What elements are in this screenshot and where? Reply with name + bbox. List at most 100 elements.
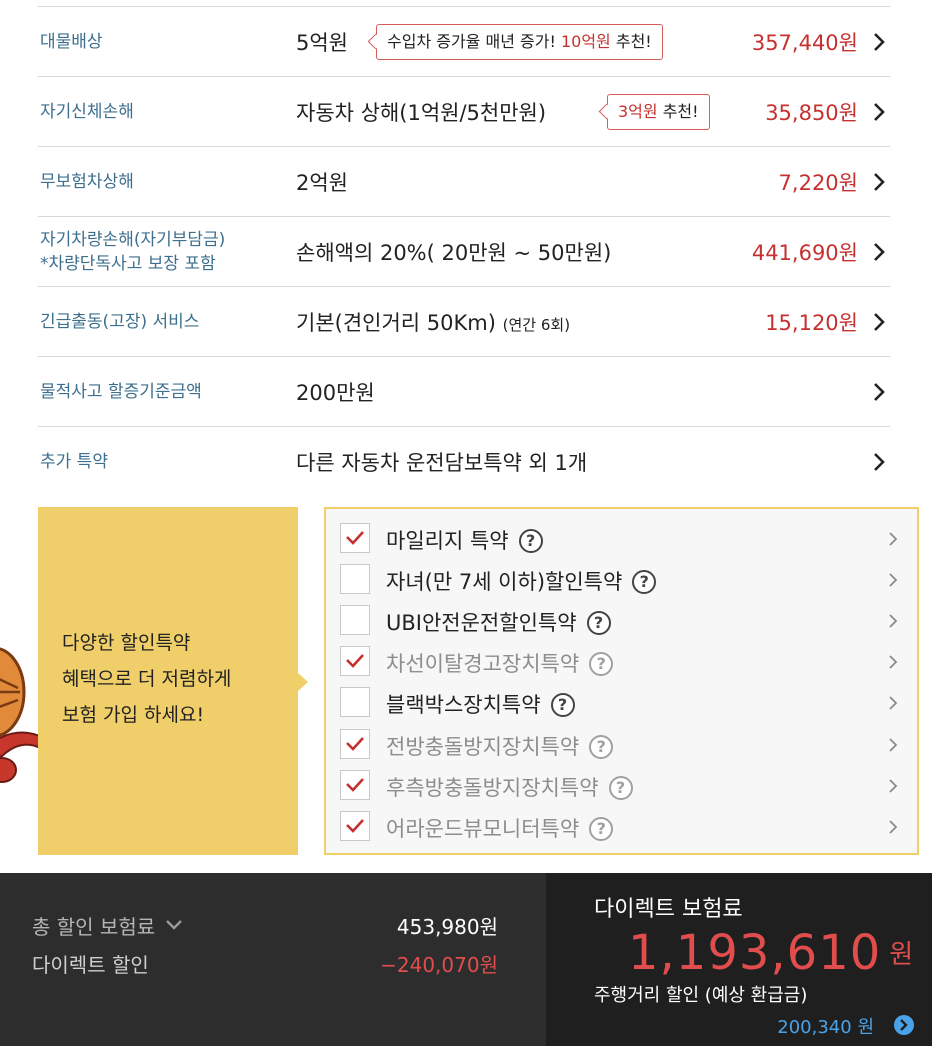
help-icon[interactable]: ? [632, 570, 657, 594]
discount-rider-item[interactable]: 블랙박스장치특약? [340, 687, 910, 720]
chevron-right-icon[interactable] [872, 171, 886, 193]
chevron-right-icon[interactable] [888, 654, 898, 670]
help-icon[interactable]: ? [608, 776, 633, 800]
discount-rider-text: 자녀(만 7세 이하)할인특약 [386, 570, 623, 594]
coverage-row-uninsured[interactable]: 무보험차상해 2억원 7,220원 [38, 147, 890, 217]
coverage-detail: 다른 자동차 운전담보특약 외 1개 [296, 450, 588, 475]
coverage-table: 대물배상 5억원 수입차 증가율 매년 증가! 10억원 추천! 357,440… [38, 6, 890, 496]
coverage-name: 대물배상 [40, 31, 103, 52]
discount-rider-item[interactable]: 자녀(만 7세 이하)할인특약? [340, 564, 910, 597]
premium-amount: 1,193,610 [628, 925, 882, 981]
premium-unit: 원 [889, 940, 915, 970]
coverage-detail-note: (연간 6회) [502, 315, 571, 334]
coverage-detail: 2억원 [296, 170, 349, 195]
discount-rider-text: 마일리지 특약 [386, 529, 509, 553]
premium-summary-bar: 총 할인 보험료 453,980원 다이렉트 할인 −240,070원 다이렉트… [0, 873, 932, 1046]
discount-rider-list: 마일리지 특약? 자녀(만 7세 이하)할인특약? UBI안전운전할인특약? 차선이탈… [324, 507, 919, 855]
tooltip-text: 수입차 증가율 매년 증가! [387, 31, 561, 51]
discount-rider-label: 후측방충돌방지장치특약? [386, 772, 633, 802]
chevron-right-icon[interactable] [888, 572, 898, 588]
chevron-right-icon[interactable] [872, 311, 886, 333]
direct-discount-label: 다이렉트 할인 [32, 953, 149, 977]
total-discount-label: 총 할인 보험료 [32, 915, 156, 939]
chevron-right-icon[interactable] [888, 695, 898, 711]
check-icon [346, 778, 364, 792]
checkbox-checked[interactable] [340, 729, 370, 759]
discount-rider-label: 어라운드뷰모니터특약? [386, 813, 614, 843]
checkbox-checked[interactable] [340, 523, 370, 553]
help-icon[interactable]: ? [589, 652, 614, 676]
coverage-detail: 자동차 상해(1억원/5천만원) [296, 100, 547, 125]
chevron-right-icon[interactable] [872, 31, 886, 53]
discount-rider-item[interactable]: 전방충돌방지장치특약? [340, 729, 910, 762]
coverage-detail: 5억원 [296, 30, 349, 55]
help-icon[interactable]: ? [550, 693, 575, 717]
discount-rider-label: 마일리지 특약? [386, 525, 543, 555]
coverage-row-vehicle-damage[interactable]: 자기차량손해(자기부담금) *차량단독사고 보장 포함 손해액의 20%( 20만… [38, 217, 890, 287]
promo-text: 다양한 할인특약 혜택으로 더 저렴하게 보험 가입 하세요! [62, 625, 231, 733]
total-discount-value: 453,980원 [396, 915, 498, 939]
tooltip-highlight: 10억원 [560, 31, 611, 51]
checkbox-checked[interactable] [340, 811, 370, 841]
discount-rider-item[interactable]: 마일리지 특약? [340, 523, 910, 556]
help-icon[interactable]: ? [518, 529, 543, 553]
chevron-right-icon[interactable] [888, 819, 898, 835]
chevron-right-icon[interactable] [872, 101, 886, 123]
checkbox-checked[interactable] [340, 770, 370, 800]
coverage-row-surcharge[interactable]: 물적사고 할증기준금액 200만원 [38, 357, 890, 427]
tooltip-suffix: 추천! [610, 31, 652, 51]
help-icon[interactable]: ? [589, 735, 614, 759]
chevron-right-icon[interactable] [888, 613, 898, 629]
coverage-name: 물적사고 할증기준금액 [40, 381, 202, 402]
coverage-row-emergency[interactable]: 긴급출동(고장) 서비스 기본(견인거리 50Km) (연간 6회) 15,12… [38, 287, 890, 357]
total-discount-toggle[interactable]: 총 할인 보험료 [32, 911, 183, 940]
chevron-right-icon [900, 1019, 908, 1031]
chevron-right-icon[interactable] [888, 778, 898, 794]
promo-line: 다양한 할인특약 [62, 632, 191, 654]
checkbox-checked[interactable] [340, 646, 370, 676]
promo-line: 혜택으로 더 저렴하게 [62, 668, 232, 690]
checkbox-unchecked[interactable] [340, 605, 370, 635]
refund-info-button[interactable] [894, 1015, 914, 1035]
mileage-discount-label: 주행거리 할인 (예상 환급금) [594, 985, 808, 1006]
checkbox-unchecked[interactable] [340, 687, 370, 717]
coverage-detail: 200만원 [296, 380, 375, 405]
discount-rider-item[interactable]: 어라운드뷰모니터특약? [340, 811, 910, 844]
mileage-refund-value: 200,340 원 [777, 1017, 874, 1038]
coverage-row-extra-rider[interactable]: 추가 특약 다른 자동차 운전담보특약 외 1개 [38, 427, 890, 496]
coverage-name: 자기신체손해 [40, 101, 134, 122]
chevron-right-icon[interactable] [888, 737, 898, 753]
discount-rider-label: 자녀(만 7세 이하)할인특약? [386, 566, 657, 596]
discount-rider-label: 전방충돌방지장치특약? [386, 731, 614, 761]
chevron-down-icon [166, 920, 182, 930]
coverage-name: 자기차량손해(자기부담금) *차량단독사고 보장 포함 [40, 228, 225, 276]
tooltip-highlight: 3억원 [618, 101, 658, 121]
discount-rider-item[interactable]: 후측방충돌방지장치특약? [340, 770, 910, 803]
coverage-row-self-injury[interactable]: 자기신체손해 자동차 상해(1억원/5천만원) 3억원 추천! 35,850원 [38, 77, 890, 147]
premium-total: 1,193,610 원 [628, 925, 914, 981]
coverage-price: 357,440원 [751, 30, 858, 55]
check-icon [346, 737, 364, 751]
coverage-name: 무보험차상해 [40, 171, 134, 192]
check-icon [346, 819, 364, 833]
coverage-detail: 기본(견인거리 50Km) (연간 6회) [296, 307, 570, 337]
chevron-right-icon[interactable] [872, 241, 886, 263]
help-icon[interactable]: ? [589, 817, 614, 841]
coverage-price: 441,690원 [751, 240, 858, 265]
chevron-right-icon[interactable] [872, 381, 886, 403]
coverage-row-property-damage[interactable]: 대물배상 5억원 수입차 증가율 매년 증가! 10억원 추천! 357,440… [38, 7, 890, 77]
chevron-right-icon[interactable] [872, 451, 886, 473]
discount-rider-text: 전방충돌방지장치특약 [386, 735, 580, 759]
coverage-price: 35,850원 [765, 100, 858, 125]
recommend-tooltip: 수입차 증가율 매년 증가! 10억원 추천! [376, 23, 663, 60]
coverage-detail-main: 기본(견인거리 50Km) [296, 310, 496, 335]
coverage-name-line1: 자기차량손해(자기부담금) [40, 229, 226, 250]
chevron-right-icon[interactable] [888, 531, 898, 547]
promo-line: 보험 가입 하세요! [62, 704, 205, 726]
discount-rider-text: 차선이탈경고장치특약 [386, 652, 580, 676]
checkbox-unchecked[interactable] [340, 564, 370, 594]
help-icon[interactable]: ? [586, 611, 611, 635]
discount-rider-item[interactable]: 차선이탈경고장치특약? [340, 646, 910, 679]
discount-rider-item[interactable]: UBI안전운전할인특약? [340, 605, 910, 638]
discount-rider-text: UBI안전운전할인특약 [386, 611, 577, 635]
